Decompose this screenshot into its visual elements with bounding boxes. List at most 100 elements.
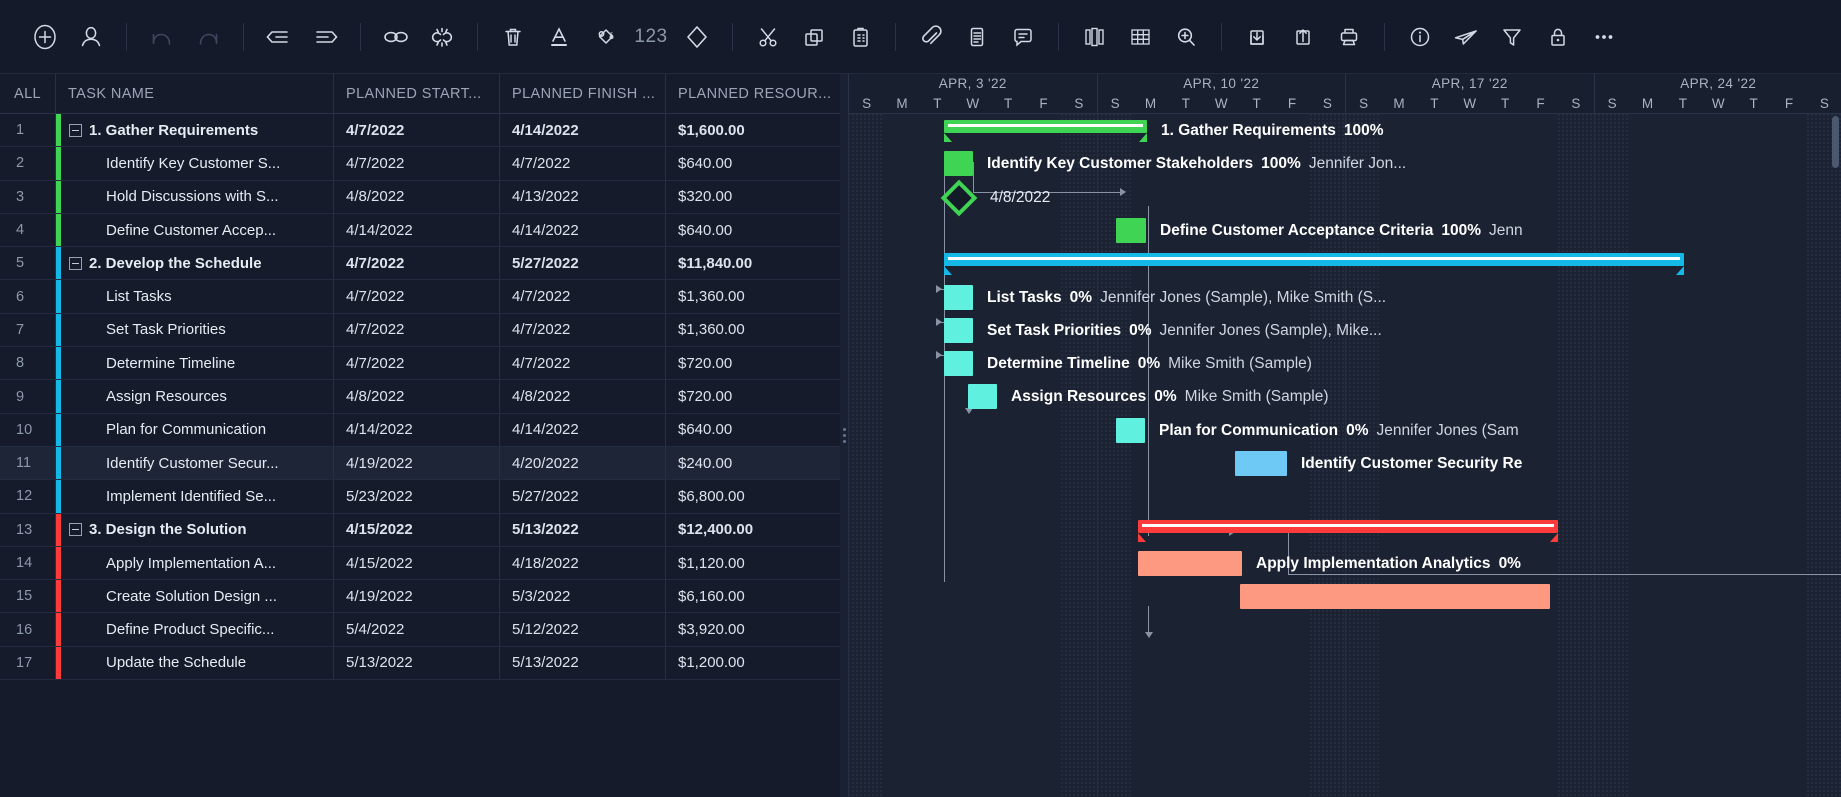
outdent-icon[interactable] — [256, 14, 302, 60]
task-name-cell[interactable]: Determine Timeline — [56, 347, 334, 379]
unlink-icon[interactable] — [419, 14, 465, 60]
person-icon[interactable] — [68, 14, 114, 60]
add-circle-icon[interactable] — [22, 14, 68, 60]
table-row[interactable]: 52. Develop the Schedule4/7/20225/27/202… — [0, 247, 840, 280]
planned-finish-cell[interactable]: 5/13/2022 — [500, 514, 666, 546]
planned-start-cell[interactable]: 4/19/2022 — [334, 580, 500, 612]
task-name-cell[interactable]: Define Product Specific... — [56, 613, 334, 645]
gantt-summary-bar[interactable] — [944, 253, 1684, 266]
planned-resource-cell[interactable]: $11,840.00 — [666, 247, 840, 279]
more-icon[interactable] — [1581, 14, 1627, 60]
task-name-cell[interactable]: List Tasks — [56, 280, 334, 312]
task-name-cell[interactable]: Plan for Communication — [56, 414, 334, 446]
gantt-task-bar[interactable] — [1116, 218, 1146, 243]
gantt-task-bar[interactable] — [944, 285, 973, 310]
table-row[interactable]: 10Plan for Communication4/14/20224/14/20… — [0, 414, 840, 447]
planned-start-cell[interactable]: 4/8/2022 — [334, 380, 500, 412]
planned-start-cell[interactable]: 4/15/2022 — [334, 514, 500, 546]
gantt-summary-bar[interactable] — [1138, 520, 1558, 533]
task-name-cell[interactable]: 1. Gather Requirements — [56, 114, 334, 146]
planned-resource-cell[interactable]: $640.00 — [666, 214, 840, 246]
print-icon[interactable] — [1326, 14, 1372, 60]
planned-finish-cell[interactable]: 5/27/2022 — [500, 480, 666, 512]
planned-start-cell[interactable]: 4/7/2022 — [334, 114, 500, 146]
table-row[interactable]: 9Assign Resources4/8/20224/8/2022$720.00 — [0, 380, 840, 413]
table-row[interactable]: 4Define Customer Accep...4/14/20224/14/2… — [0, 214, 840, 247]
planned-start-cell[interactable]: 4/19/2022 — [334, 447, 500, 479]
task-name-cell[interactable]: Implement Identified Se... — [56, 480, 334, 512]
pane-splitter[interactable] — [840, 74, 848, 797]
planned-resource-cell[interactable]: $640.00 — [666, 147, 840, 179]
vertical-scrollbar[interactable] — [1832, 116, 1839, 168]
table-row[interactable]: 16Define Product Specific...5/4/20225/12… — [0, 613, 840, 646]
column-header-task-name[interactable]: TASK NAME — [56, 74, 334, 113]
gantt-milestone-diamond[interactable] — [941, 179, 978, 216]
planned-finish-cell[interactable]: 4/13/2022 — [500, 181, 666, 213]
gantt-summary-bar[interactable] — [944, 120, 1147, 133]
table-row[interactable]: 8Determine Timeline4/7/20224/7/2022$720.… — [0, 347, 840, 380]
table-row[interactable]: 14Apply Implementation A...4/15/20224/18… — [0, 547, 840, 580]
link-icon[interactable] — [373, 14, 419, 60]
planned-start-cell[interactable]: 4/7/2022 — [334, 280, 500, 312]
planned-resource-cell[interactable]: $1,360.00 — [666, 314, 840, 346]
gantt-task-bar[interactable] — [1240, 584, 1550, 609]
cut-icon[interactable] — [745, 14, 791, 60]
planned-resource-cell[interactable]: $6,160.00 — [666, 580, 840, 612]
lock-icon[interactable] — [1535, 14, 1581, 60]
task-name-cell[interactable]: 2. Develop the Schedule — [56, 247, 334, 279]
table-row[interactable]: 2Identify Key Customer S...4/7/20224/7/2… — [0, 147, 840, 180]
planned-finish-cell[interactable]: 5/3/2022 — [500, 580, 666, 612]
task-name-cell[interactable]: Define Customer Accep... — [56, 214, 334, 246]
planned-resource-cell[interactable]: $640.00 — [666, 414, 840, 446]
planned-resource-cell[interactable]: $240.00 — [666, 447, 840, 479]
column-header-all[interactable]: ALL — [0, 74, 56, 113]
task-name-cell[interactable]: 3. Design the Solution — [56, 514, 334, 546]
planned-start-cell[interactable]: 5/4/2022 — [334, 613, 500, 645]
attachment-icon[interactable] — [908, 14, 954, 60]
table-row[interactable]: 7Set Task Priorities4/7/20224/7/2022$1,3… — [0, 314, 840, 347]
task-name-cell[interactable]: Hold Discussions with S... — [56, 181, 334, 213]
planned-finish-cell[interactable]: 4/7/2022 — [500, 147, 666, 179]
planned-finish-cell[interactable]: 4/14/2022 — [500, 114, 666, 146]
gantt-task-bar[interactable] — [944, 318, 973, 343]
planned-resource-cell[interactable]: $12,400.00 — [666, 514, 840, 546]
planned-resource-cell[interactable]: $720.00 — [666, 380, 840, 412]
table-row[interactable]: 12Implement Identified Se...5/23/20225/2… — [0, 480, 840, 513]
notes-icon[interactable] — [954, 14, 1000, 60]
fill-color-icon[interactable] — [582, 14, 628, 60]
collapse-expand-icon[interactable] — [69, 124, 82, 137]
planned-start-cell[interactable]: 5/13/2022 — [334, 647, 500, 679]
planned-start-cell[interactable]: 4/14/2022 — [334, 414, 500, 446]
indent-icon[interactable] — [302, 14, 348, 60]
planned-resource-cell[interactable]: $320.00 — [666, 181, 840, 213]
planned-finish-cell[interactable]: 4/14/2022 — [500, 414, 666, 446]
comment-icon[interactable] — [1000, 14, 1046, 60]
export-icon[interactable] — [1280, 14, 1326, 60]
column-header-planned-resource[interactable]: PLANNED RESOUR... — [666, 74, 840, 113]
task-name-cell[interactable]: Apply Implementation A... — [56, 547, 334, 579]
planned-start-cell[interactable]: 5/23/2022 — [334, 480, 500, 512]
columns-icon[interactable] — [1071, 14, 1117, 60]
info-icon[interactable] — [1397, 14, 1443, 60]
planned-start-cell[interactable]: 4/7/2022 — [334, 247, 500, 279]
task-name-cell[interactable]: Update the Schedule — [56, 647, 334, 679]
column-header-planned-finish[interactable]: PLANNED FINISH ... — [500, 74, 666, 113]
planned-resource-cell[interactable]: $3,920.00 — [666, 613, 840, 645]
collapse-expand-icon[interactable] — [69, 523, 82, 536]
table-row[interactable]: 133. Design the Solution4/15/20225/13/20… — [0, 514, 840, 547]
planned-finish-cell[interactable]: 4/14/2022 — [500, 214, 666, 246]
zoom-in-icon[interactable] — [1163, 14, 1209, 60]
grid-icon[interactable] — [1117, 14, 1163, 60]
planned-resource-cell[interactable]: $6,800.00 — [666, 480, 840, 512]
font-color-icon[interactable] — [536, 14, 582, 60]
planned-finish-cell[interactable]: 4/7/2022 — [500, 314, 666, 346]
planned-start-cell[interactable]: 4/7/2022 — [334, 347, 500, 379]
task-name-cell[interactable]: Identify Key Customer S... — [56, 147, 334, 179]
trash-icon[interactable] — [490, 14, 536, 60]
planned-finish-cell[interactable]: 5/12/2022 — [500, 613, 666, 645]
undo-icon[interactable] — [139, 14, 185, 60]
planned-start-cell[interactable]: 4/7/2022 — [334, 147, 500, 179]
column-header-planned-start[interactable]: PLANNED START... — [334, 74, 500, 113]
milestone-diamond-icon[interactable] — [674, 14, 720, 60]
table-row[interactable]: 15Create Solution Design ...4/19/20225/3… — [0, 580, 840, 613]
